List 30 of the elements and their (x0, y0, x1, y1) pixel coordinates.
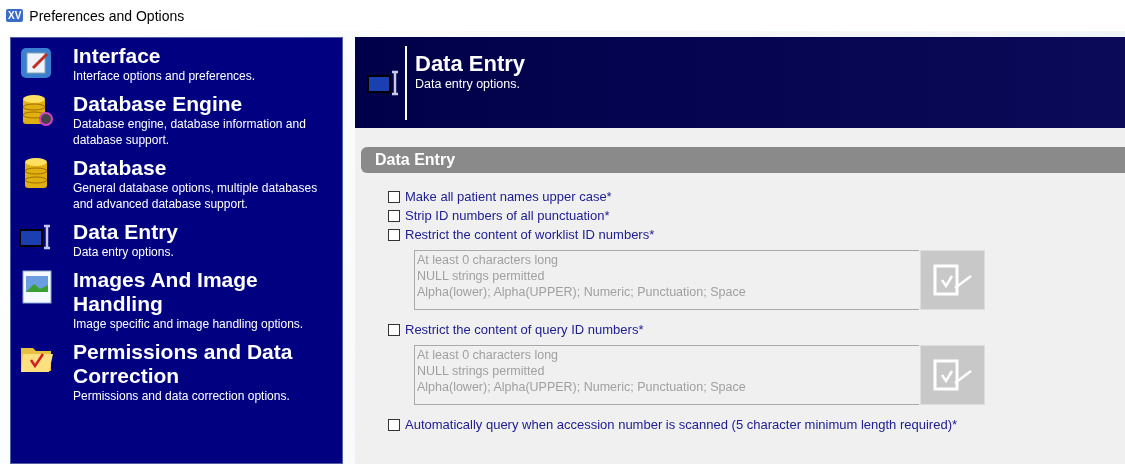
checkbox[interactable] (388, 228, 400, 241)
section-header: Data Entry (361, 147, 1125, 173)
checkbox-label[interactable]: Make all patient names upper case* (405, 189, 612, 204)
window-title: Preferences and Options (29, 7, 185, 24)
checkbox-label[interactable]: Restrict the content of worklist ID numbers* (405, 227, 655, 242)
checkbox[interactable] (388, 209, 400, 222)
rules-summary: At least 0 characters long NULL strings permitted Alpha(lower); Alpha(UPPER); Numeric; Punctuation; Space (414, 345, 919, 405)
sidebar-item[interactable]: Data Entry (73, 220, 335, 244)
checkbox-label[interactable]: Restrict the content of query ID numbers* (405, 322, 644, 337)
sidebar-item-description: Image specific and image handling options. (73, 316, 305, 332)
checkbox-label[interactable]: Automatically query when accession number is scanned (5 character minimum length required)* (405, 417, 958, 432)
sidebar-item[interactable]: Images And Image Handling (73, 268, 335, 316)
rules-summary: At least 0 characters long NULL strings permitted Alpha(lower); Alpha(UPPER); Numeric; Punctuation; Space (414, 250, 919, 310)
sidebar-item-description: Permissions and data correction options. (73, 388, 291, 404)
sidebar-item[interactable]: Database (73, 156, 335, 180)
checkbox-label[interactable]: Strip ID numbers of all punctuation* (405, 208, 610, 223)
page-title: Data Entry (415, 51, 526, 77)
checkbox[interactable] (388, 418, 400, 431)
page-subtitle: Data entry options. (415, 77, 521, 91)
app-logo: XV (6, 9, 24, 22)
image-icon (19, 268, 55, 304)
sidebar-item[interactable]: Database Engine (73, 92, 335, 116)
sidebar-item-description: Database engine, database information and database support. (73, 116, 307, 148)
sidebar-item-description: General database options, multiple databases and advanced database support. (73, 180, 319, 212)
checkbox[interactable] (388, 323, 400, 336)
checkbox[interactable] (388, 190, 400, 203)
sidebar-item-description: Data entry options. (73, 244, 175, 260)
sidebar-item-description: Interface options and preferences. (73, 68, 257, 84)
sidebar-item[interactable]: Interface (73, 44, 335, 68)
sidebar-item[interactable]: Permissions and Data Correction (73, 340, 335, 388)
